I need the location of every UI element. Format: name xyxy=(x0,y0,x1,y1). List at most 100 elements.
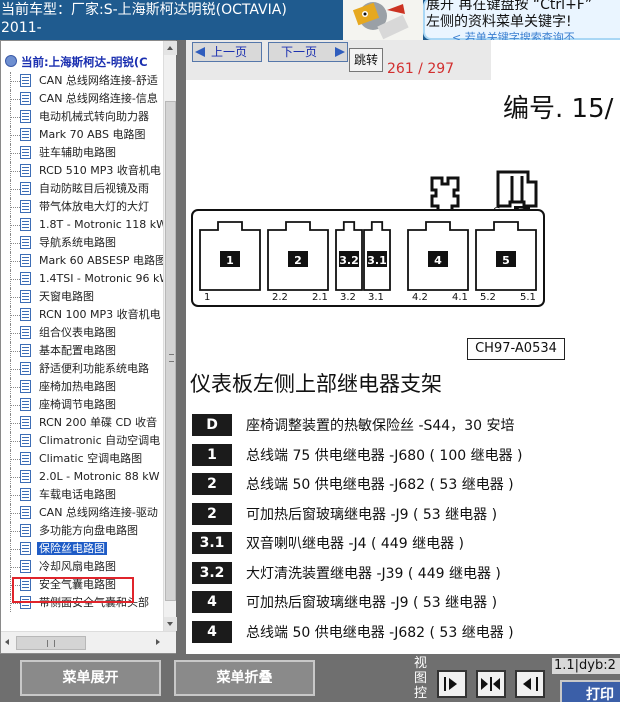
tree-item-label: 座椅加热电路图 xyxy=(39,380,116,393)
pin-label: 5.1 xyxy=(520,292,536,303)
relay-slot-id: 2 xyxy=(294,254,302,267)
scroll-left-arrow-icon[interactable] xyxy=(1,632,14,654)
document-title: 编号. 15/ xyxy=(503,94,614,124)
tree-connector xyxy=(10,306,20,324)
tree-root-node[interactable]: 当前:上海斯柯达-明锐(C xyxy=(21,54,148,70)
tree-connector xyxy=(10,486,20,504)
tree-item-label: Climatic 空调电路图 xyxy=(39,452,143,465)
document-icon xyxy=(20,344,31,357)
view-expand-left-button[interactable] xyxy=(515,670,545,698)
arrow-right-icon xyxy=(449,678,457,690)
arrow-left-icon xyxy=(523,678,531,690)
pin-label: 5.2 xyxy=(480,292,496,303)
document-icon xyxy=(20,380,31,393)
tree-horizontal-scrollbar[interactable] xyxy=(1,631,176,653)
tree-item-label: RCN 100 MP3 收音机电 xyxy=(39,308,161,321)
tree-item-label: 带气体放电大灯的大灯 xyxy=(39,200,149,213)
relay-slot-id: 4 xyxy=(434,254,442,267)
legend-row: 2 总线端 50 供电继电器 -J682 ( 53 继电器 ) xyxy=(192,473,612,495)
jump-button[interactable]: 跳转 xyxy=(349,48,383,72)
document-icon xyxy=(20,254,31,267)
document-icon xyxy=(20,128,31,141)
tree-item-label: 组合仪表电路图 xyxy=(39,326,116,339)
tree-connector xyxy=(10,198,20,216)
tree-item-label: 舒适便利功能系统电路 xyxy=(39,362,149,375)
tree-connector xyxy=(10,324,20,342)
previous-page-label: 上一页 xyxy=(211,45,248,59)
document-icon xyxy=(20,272,31,285)
nav-bar-blank xyxy=(491,40,620,80)
tree-item-label: Climatronic 自动空调电 xyxy=(39,434,161,447)
legend-code: 3.1 xyxy=(192,532,232,554)
menu-tree: 当前:上海斯柯达-明锐(C CAN 总线网络连接-舒适 CAN 总线网络连接-信息… xyxy=(1,41,163,631)
tree-item-label: 车载电话电路图 xyxy=(39,488,116,501)
legend-row: 2 可加热后窗玻璃继电器 -J9 ( 53 继电器 ) xyxy=(192,503,612,525)
connector-cd xyxy=(496,170,538,208)
tree-connector xyxy=(10,558,20,576)
tree-item-label: 冷却风扇电路图 xyxy=(39,560,116,573)
selection-highlight-box xyxy=(12,577,134,603)
pin-label: 2.1 xyxy=(312,292,328,303)
relay-slot-id: 5 xyxy=(502,254,510,267)
legend-text: 座椅调整装置的热敏保险丝 -S44，30 安培 xyxy=(246,418,515,434)
scroll-thumb[interactable] xyxy=(165,101,176,601)
legend-code: 4 xyxy=(192,621,232,643)
tree-item-label: 多功能方向盘电路图 xyxy=(39,524,138,537)
legend-code: D xyxy=(192,414,232,436)
legend-text: 大灯清洗装置继电器 -J39 ( 449 继电器 ) xyxy=(246,566,501,582)
tree-item-label: CAN 总线网络连接-舒适 xyxy=(39,74,158,87)
hint-text-line-2: 左侧的资料菜单关键字! xyxy=(426,14,572,30)
header-bar: 当前车型：厂家:S-上海斯柯达明锐(OCTAVIA) 2011- 展开 再在键盘… xyxy=(0,0,620,40)
tree-vertical-scrollbar[interactable] xyxy=(163,41,177,631)
document-icon xyxy=(20,560,31,573)
document-icon xyxy=(20,218,31,231)
relay-slot-id: 3.2 xyxy=(339,254,359,267)
tree-connector xyxy=(10,108,20,126)
arrow-right-icon xyxy=(335,47,345,57)
tree-item-label: CAN 总线网络连接-驱动 xyxy=(39,506,158,519)
document-icon xyxy=(20,506,31,519)
horizontal-scroll-thumb[interactable] xyxy=(16,636,86,650)
bottom-toolbar: 菜单展开 菜单折叠 视图控 1.1|dyb:2 打印 xyxy=(0,654,620,702)
legend-text: 可加热后窗玻璃继电器 -J9 ( 53 继电器 ) xyxy=(246,595,498,611)
menu-expand-button[interactable]: 菜单展开 xyxy=(20,660,161,696)
legend-row: 4 可加热后窗玻璃继电器 -J9 ( 53 继电器 ) xyxy=(192,591,612,613)
document-icon xyxy=(20,146,31,159)
current-vehicle-title: 当前车型：厂家:S-上海斯柯达明锐(OCTAVIA) xyxy=(1,2,287,18)
view-control-label: 视图控 xyxy=(414,656,428,701)
view-expand-right-button[interactable] xyxy=(437,670,467,698)
previous-page-button[interactable]: 上一页 xyxy=(192,42,262,62)
scroll-right-arrow-icon[interactable] xyxy=(151,632,164,654)
document-icon xyxy=(20,308,31,321)
legend-code: 1 xyxy=(192,444,232,466)
scroll-down-arrow-icon[interactable] xyxy=(164,617,177,631)
app-window: 当前车型：厂家:S-上海斯柯达明锐(OCTAVIA) 2011- 展开 再在键盘… xyxy=(0,0,620,702)
document-icon xyxy=(20,290,31,303)
print-button[interactable]: 打印 xyxy=(560,680,620,702)
tree-connector xyxy=(10,396,20,414)
tree-item-label: 保险丝电路图 xyxy=(37,542,107,555)
pin-label: 3.2 xyxy=(340,292,356,303)
tree-connector xyxy=(10,414,20,432)
tree-connector xyxy=(10,270,20,288)
tree-item-label: 1.4TSI - Motronic 96 kW xyxy=(39,272,163,285)
scroll-up-arrow-icon[interactable] xyxy=(164,41,177,55)
tree-connector xyxy=(10,162,20,180)
relay-bracket-diagram: A B C D 1122.22.13.23.23.13.144.24.155.2… xyxy=(191,170,545,307)
document-icon xyxy=(20,236,31,249)
vehicle-root-icon xyxy=(5,55,17,67)
pin-label: 4.1 xyxy=(452,292,468,303)
tree-connector xyxy=(10,378,20,396)
document-icon xyxy=(20,416,31,429)
menu-tree-panel: 当前:上海斯柯达-明锐(C CAN 总线网络连接-舒适 CAN 总线网络连接-信息… xyxy=(0,40,177,654)
document-icon xyxy=(20,524,31,537)
document-icon xyxy=(20,110,31,123)
pin-label: 3.1 xyxy=(368,292,384,303)
tree-connector xyxy=(10,72,20,90)
view-split-button[interactable] xyxy=(476,670,506,698)
tree-connector xyxy=(10,522,20,540)
tree-item-label: 天窗电路图 xyxy=(39,290,94,303)
tree-connector xyxy=(10,90,20,108)
menu-collapse-button[interactable]: 菜单折叠 xyxy=(174,660,315,696)
next-page-button[interactable]: 下一页 xyxy=(268,42,348,62)
